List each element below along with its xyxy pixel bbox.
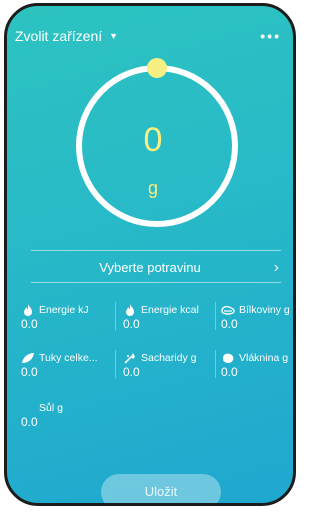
nutrient-fat: Tuky celke... 0.0	[21, 352, 98, 379]
separator	[115, 350, 116, 378]
fiber-icon	[223, 353, 234, 364]
nutrient-label: Sůl g	[39, 402, 63, 414]
nutrient-label: Vláknina g	[239, 352, 289, 364]
nutrient-value: 0.0	[21, 365, 38, 379]
food-select-button[interactable]: Vyberte potravinu	[7, 256, 293, 280]
phone-frame: Zvolit zařízení ▼ ••• 0 g Vyberte potrav…	[4, 3, 296, 506]
nutrient-energy-kcal: Energie kcal 0.0	[123, 304, 199, 331]
chevron-right-icon[interactable]: ›	[274, 256, 279, 280]
leaf-icon	[22, 353, 34, 363]
separator	[115, 302, 116, 330]
flame-icon	[126, 304, 134, 316]
separator	[215, 302, 216, 330]
food-select-label: Vyberte potravinu	[99, 260, 201, 275]
nutrient-value: 0.0	[221, 317, 238, 331]
nutrient-label: Energie kcal	[141, 304, 199, 316]
protein-icon	[221, 305, 235, 315]
nutrient-value: 0.0	[123, 317, 140, 331]
nutrient-label: Bílkoviny g	[239, 304, 290, 316]
nutrient-value: 0.0	[123, 365, 140, 379]
dial-knob[interactable]	[147, 58, 167, 78]
flame-icon	[24, 304, 32, 316]
nutrient-protein: Bílkoviny g 0.0	[221, 304, 290, 331]
nutrient-fiber: Vláknina g 0.0	[221, 352, 288, 379]
nutrient-label: Sacharidy g	[141, 352, 197, 364]
nutrient-label: Tuky celke...	[39, 352, 98, 364]
nutrient-label: Energie kJ	[39, 304, 89, 316]
nutrient-carbs: Sacharidy g 0.0	[123, 352, 196, 379]
divider	[31, 282, 281, 283]
separator	[215, 350, 216, 378]
nutrient-value: 0.0	[221, 365, 238, 379]
weight-value: 0	[143, 121, 163, 159]
carbs-icon	[124, 353, 135, 364]
nutrient-energy-kj: Energie kJ 0.0	[21, 304, 89, 331]
nutrient-value: 0.0	[21, 317, 38, 331]
weight-unit: g	[147, 178, 158, 198]
nutrient-salt: Sůl g 0.0	[21, 402, 63, 429]
nutrient-value: 0.0	[21, 415, 38, 429]
save-button[interactable]: Uložit	[101, 474, 221, 503]
divider	[31, 250, 281, 251]
